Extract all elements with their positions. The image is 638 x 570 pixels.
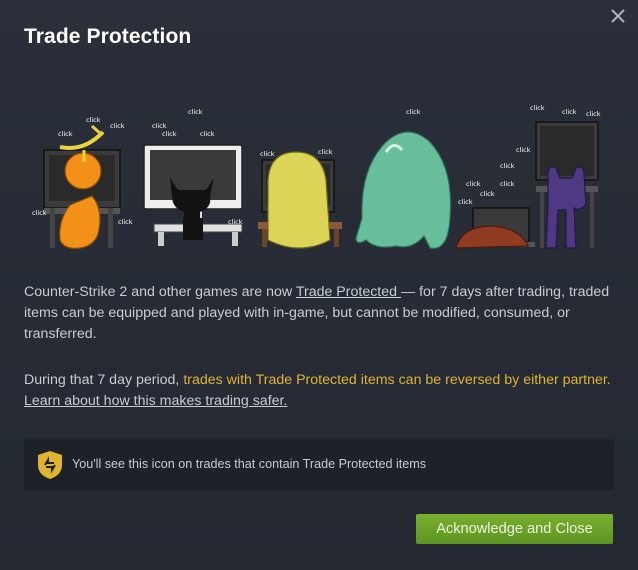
dialog-title: Trade Protection	[24, 25, 192, 48]
click-label: click	[500, 180, 515, 188]
click-label: click	[152, 122, 167, 130]
orange-character-figure	[43, 124, 121, 249]
click-label: click	[406, 108, 421, 116]
click-label: click	[58, 130, 73, 138]
click-label: click	[188, 108, 203, 116]
trade-protected-shield-icon	[38, 451, 62, 479]
trade-protected-link[interactable]: Trade Protected	[296, 284, 401, 300]
click-label: click	[162, 130, 177, 138]
click-label: click	[562, 108, 577, 116]
click-label: click	[200, 130, 215, 138]
click-label: click	[118, 218, 133, 226]
red-slug-figure	[455, 207, 535, 249]
illustration-gamers: click click click click click click clic…	[32, 104, 601, 250]
reversal-highlight: trades with Trade Protected items can be…	[183, 372, 611, 388]
click-label: click	[86, 116, 101, 124]
learn-more-link[interactable]: Learn about how this makes trading safer…	[24, 393, 287, 409]
black-cat-figure	[143, 144, 243, 246]
click-label: click	[260, 150, 275, 158]
click-label: click	[586, 110, 601, 118]
click-label: click	[458, 198, 473, 206]
trade-protected-info-box: You'll see this icon on trades that cont…	[24, 439, 614, 490]
close-icon[interactable]	[608, 6, 628, 26]
info-text: You'll see this icon on trades that cont…	[72, 457, 427, 471]
click-label: click	[516, 146, 531, 154]
paragraph2-text-start: During that 7 day period,	[24, 372, 184, 388]
trade-protection-dialog: Trade Protection click click click click…	[0, 0, 638, 570]
green-ghost-figure	[355, 131, 452, 250]
click-label: click	[466, 180, 481, 188]
click-label: click	[32, 209, 47, 217]
purple-creature-figure	[535, 121, 599, 249]
acknowledge-and-close-button[interactable]: Acknowledge and Close	[416, 514, 613, 544]
click-label: click	[500, 162, 515, 170]
click-label: click	[318, 148, 333, 156]
reversal-description: During that 7 day period, trades with Tr…	[24, 370, 616, 412]
click-label: click	[110, 122, 125, 130]
click-label: click	[228, 218, 243, 226]
click-label: click	[530, 104, 545, 112]
click-label: click	[480, 190, 495, 198]
yellow-blob-figure	[258, 151, 342, 249]
paragraph1-text-start: Counter-Strike 2 and other games are now	[24, 284, 296, 300]
trade-protected-description: Counter-Strike 2 and other games are now…	[24, 282, 616, 345]
